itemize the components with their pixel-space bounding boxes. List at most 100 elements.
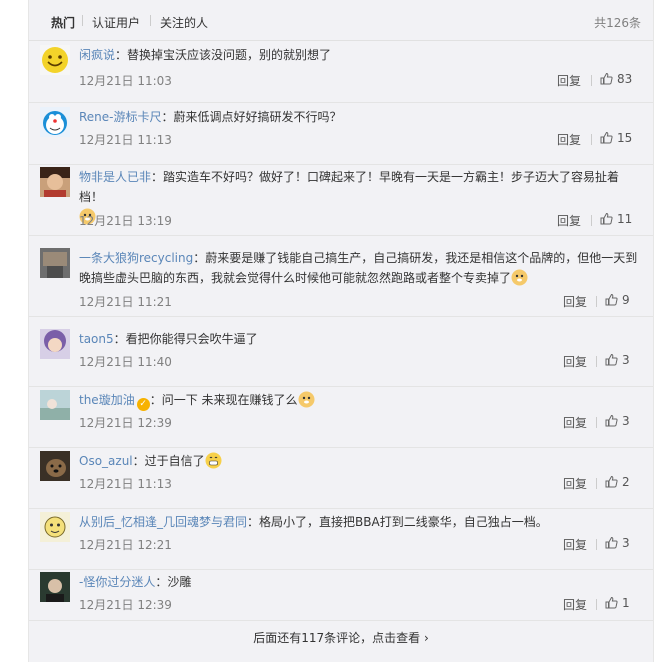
comment-text: taon5：看把你能得只会吹牛逼了 bbox=[79, 332, 258, 346]
comment-item: Oso_azul：过于自信了 12月21日 11:13 回复 2 bbox=[29, 447, 653, 509]
tab-following[interactable]: 关注的人 bbox=[160, 14, 208, 31]
comment-body: 替换掉宝沃应该没问题，别的就别想了 bbox=[127, 48, 332, 62]
action-divider bbox=[591, 75, 592, 86]
comment-username[interactable]: the璇加油 bbox=[79, 393, 135, 407]
comment-text: 闲疯说：替换掉宝沃应该没问题，别的就别想了 bbox=[79, 48, 332, 62]
like-count: 15 bbox=[617, 131, 633, 145]
comment-item: 闲疯说：替换掉宝沃应该没问题，别的就别想了 12月21日 11:03 回复 83 bbox=[29, 41, 653, 103]
comment-text: the璇加油 ✓ ：问一下 未来现在赚钱了么 bbox=[79, 390, 639, 414]
action-divider bbox=[596, 417, 597, 428]
like-count: 3 bbox=[622, 414, 630, 428]
comment-username[interactable]: Oso_azul bbox=[79, 454, 133, 468]
reply-button[interactable]: 回复 bbox=[563, 596, 587, 613]
like-button[interactable]: 3 bbox=[605, 414, 630, 428]
comment-text: 从别后_忆相逢_几回魂梦与君同：格局小了，直接把BBA打到二线豪华，自己独占一档… bbox=[79, 515, 548, 529]
thumbs-up-icon bbox=[600, 212, 613, 225]
comment-time: 12月21日 11:40 bbox=[79, 355, 172, 369]
reply-button[interactable]: 回复 bbox=[557, 212, 581, 229]
comment-username[interactable]: -怪你过分迷人 bbox=[79, 575, 155, 589]
like-count: 11 bbox=[617, 212, 633, 226]
dark-avatar[interactable] bbox=[40, 572, 70, 602]
comment-time: 12月21日 11:21 bbox=[79, 295, 172, 309]
comment-text: -怪你过分迷人：沙雕 bbox=[79, 575, 192, 589]
like-button[interactable]: 11 bbox=[600, 212, 632, 226]
thumbs-up-icon bbox=[605, 353, 618, 366]
like-count: 2 bbox=[622, 475, 630, 489]
cartoon-avatar[interactable] bbox=[40, 512, 70, 542]
thumbs-up-icon bbox=[605, 596, 618, 609]
comment-time: 12月21日 12:39 bbox=[79, 416, 172, 430]
like-button[interactable]: 15 bbox=[600, 131, 632, 145]
comment-username[interactable]: 一条大狼狗recycling bbox=[79, 251, 193, 265]
thumbs-up-icon bbox=[605, 293, 618, 306]
reply-button[interactable]: 回复 bbox=[557, 131, 581, 148]
thumbs-up-icon bbox=[605, 536, 618, 549]
comment-tabs: 热门 认证用户 关注的人 共126条 bbox=[29, 0, 653, 41]
dog-avatar[interactable] bbox=[40, 451, 70, 481]
action-divider bbox=[596, 539, 597, 550]
like-button[interactable]: 9 bbox=[605, 293, 630, 307]
reply-button[interactable]: 回复 bbox=[557, 72, 581, 89]
thumbs-up-icon bbox=[605, 475, 618, 488]
comments-panel: 热门 认证用户 关注的人 共126条 闲疯说：替换掉宝沃应该没问题，别的就别想了… bbox=[28, 0, 654, 662]
action-divider bbox=[591, 215, 592, 226]
photo-avatar[interactable] bbox=[40, 248, 70, 278]
action-divider bbox=[591, 134, 592, 145]
comment-item: Rene-游标卡尺：蔚来低调点好好搞研发不行吗？ 12月21日 11:13 回复… bbox=[29, 103, 653, 165]
reply-button[interactable]: 回复 bbox=[563, 414, 587, 431]
grin-emoji-icon bbox=[205, 452, 222, 475]
comment-item: 一条大狼狗recycling：蔚来要是赚了钱能自己搞生产，自己搞研发，我还是相信… bbox=[29, 244, 653, 317]
like-count: 83 bbox=[617, 72, 633, 86]
thumbs-up-icon bbox=[600, 72, 613, 85]
thumbs-up-icon bbox=[605, 414, 618, 427]
smiley-avatar[interactable] bbox=[40, 45, 70, 75]
tab-hot[interactable]: 热门 bbox=[51, 14, 75, 31]
comment-body: 踏实造车不好吗？做好了！口碑起来了！早晚有一天是一方霸主！步子迈大了容易扯着档！ bbox=[79, 170, 620, 204]
like-button[interactable]: 3 bbox=[605, 536, 630, 550]
tab-divider bbox=[82, 15, 83, 26]
comment-item: -怪你过分迷人：沙雕 12月21日 12:39 回复 1 bbox=[29, 568, 653, 621]
like-button[interactable]: 1 bbox=[605, 596, 630, 610]
thumbs-up-icon bbox=[600, 131, 613, 144]
comment-time: 12月21日 12:21 bbox=[79, 538, 172, 552]
comment-username[interactable]: 物非是人已非 bbox=[79, 170, 151, 184]
reply-button[interactable]: 回复 bbox=[563, 293, 587, 310]
comment-item: 从别后_忆相逢_几回魂梦与君同：格局小了，直接把BBA打到二线豪华，自己独占一档… bbox=[29, 508, 653, 570]
action-divider bbox=[596, 296, 597, 307]
like-button[interactable]: 83 bbox=[600, 72, 632, 86]
action-divider bbox=[596, 478, 597, 489]
comment-item: 物非是人已非：踏实造车不好吗？做好了！口碑起来了！早晚有一天是一方霸主！步子迈大… bbox=[29, 163, 653, 236]
like-count: 3 bbox=[622, 353, 630, 367]
comment-text: 一条大狼狗recycling：蔚来要是赚了钱能自己搞生产，自己搞研发，我还是相信… bbox=[79, 248, 639, 292]
comment-item: taon5：看把你能得只会吹牛逼了 12月21日 11:40 回复 3 bbox=[29, 325, 653, 387]
comment-body: 问一下 未来现在赚钱了么 bbox=[161, 393, 298, 407]
comment-username[interactable]: 从别后_忆相逢_几回魂梦与君同 bbox=[79, 515, 247, 529]
reply-button[interactable]: 回复 bbox=[563, 536, 587, 553]
verified-badge-icon: ✓ bbox=[136, 398, 150, 411]
comment-body: 沙雕 bbox=[167, 575, 192, 589]
robot-cat-avatar[interactable] bbox=[40, 107, 70, 137]
reply-button[interactable]: 回复 bbox=[563, 353, 587, 370]
tab-divider bbox=[150, 15, 151, 26]
comment-username[interactable]: taon5 bbox=[79, 332, 114, 346]
view-more-comments-link[interactable]: 后面还有117条评论，点击查看 › bbox=[29, 620, 653, 662]
comment-username[interactable]: Rene-游标卡尺 bbox=[79, 110, 162, 124]
like-count: 3 bbox=[622, 536, 630, 550]
tab-verified[interactable]: 认证用户 bbox=[92, 14, 140, 31]
comment-username[interactable]: 闲疯说 bbox=[79, 48, 115, 62]
action-divider bbox=[596, 599, 597, 610]
like-count: 1 bbox=[622, 596, 630, 610]
comment-time: 12月21日 11:03 bbox=[79, 74, 172, 88]
like-count: 9 bbox=[622, 293, 630, 307]
view-more-label: 后面还有117条评论，点击查看 bbox=[253, 631, 421, 645]
girl-avatar[interactable] bbox=[40, 329, 70, 359]
comment-text: Rene-游标卡尺：蔚来低调点好好搞研发不行吗？ bbox=[79, 110, 342, 124]
scene-avatar[interactable] bbox=[40, 390, 70, 420]
like-button[interactable]: 2 bbox=[605, 475, 630, 489]
person-avatar[interactable] bbox=[40, 167, 70, 197]
like-button[interactable]: 3 bbox=[605, 353, 630, 367]
comment-time: 12月21日 13:19 bbox=[79, 214, 172, 228]
reply-button[interactable]: 回复 bbox=[563, 475, 587, 492]
doge-emoji-icon bbox=[511, 269, 528, 292]
comment-body: 格局小了，直接把BBA打到二线豪华，自己独占一档。 bbox=[259, 515, 548, 529]
